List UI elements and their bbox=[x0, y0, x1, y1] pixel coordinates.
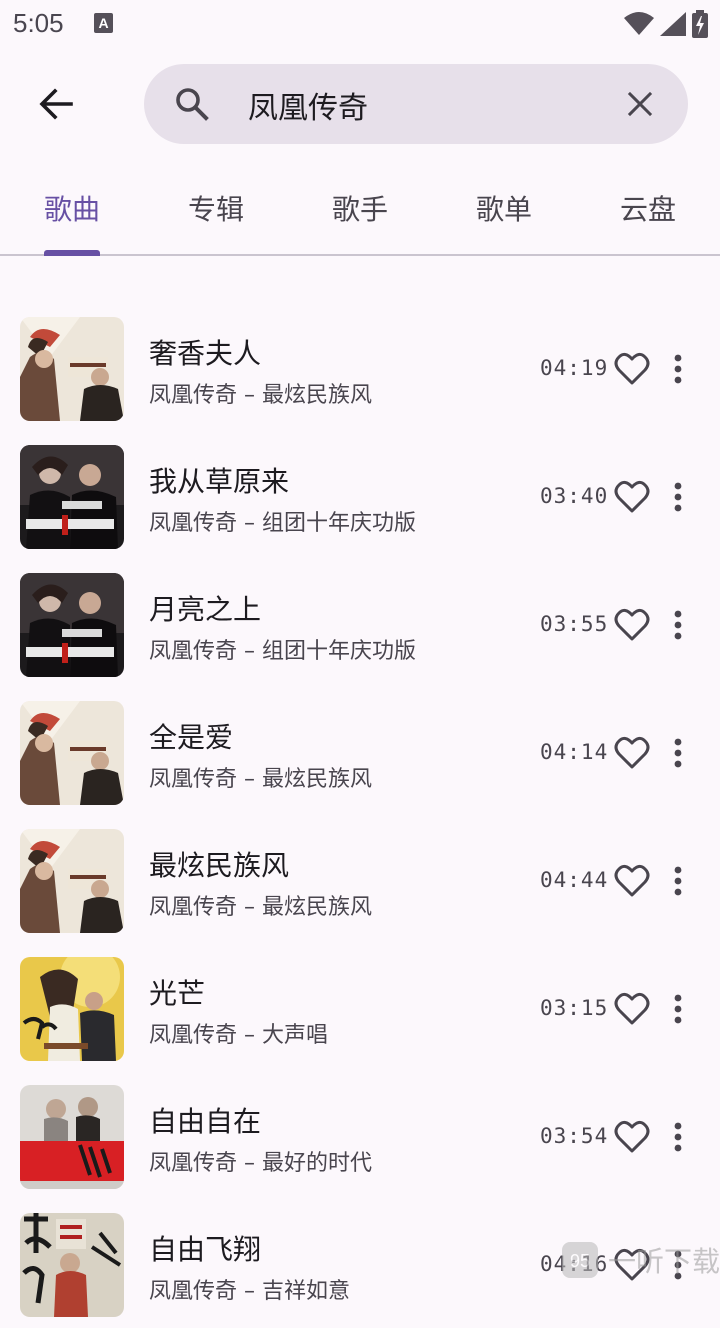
arrow-back-icon bbox=[36, 84, 76, 124]
song-subtitle: 凤凰传奇 – 最炫民族风 bbox=[149, 761, 372, 793]
song-subtitle: 凤凰传奇 – 最好的时代 bbox=[149, 1145, 372, 1177]
song-title: 全是爱 bbox=[149, 716, 233, 756]
heart-icon[interactable] bbox=[614, 736, 650, 770]
song-subtitle: 凤凰传奇 – 最炫民族风 bbox=[149, 889, 372, 921]
battery-charging-icon bbox=[692, 10, 708, 38]
album-cover bbox=[20, 317, 124, 421]
tab-artists[interactable]: 歌手 bbox=[288, 188, 432, 228]
album-cover bbox=[20, 1213, 124, 1317]
song-duration: 04:19 bbox=[540, 356, 608, 380]
album-cover bbox=[20, 701, 124, 805]
song-title: 自由自在 bbox=[149, 1100, 261, 1140]
watermark-text: 一听下载 bbox=[608, 1240, 720, 1280]
song-duration: 03:55 bbox=[540, 612, 608, 636]
tab-albums[interactable]: 专辑 bbox=[144, 188, 288, 228]
album-cover bbox=[20, 445, 124, 549]
watermark-logo-icon: 95 bbox=[560, 1240, 600, 1280]
song-row[interactable]: 奢香夫人 凤凰传奇 – 最炫民族风 04:19 bbox=[0, 304, 720, 432]
song-duration: 03:15 bbox=[540, 996, 608, 1020]
song-row[interactable]: 最炫民族风 凤凰传奇 – 最炫民族风 04:44 bbox=[0, 816, 720, 944]
more-vert-icon[interactable] bbox=[664, 482, 692, 512]
song-subtitle: 凤凰传奇 – 最炫民族风 bbox=[149, 377, 372, 409]
more-vert-icon[interactable] bbox=[664, 866, 692, 896]
more-vert-icon[interactable] bbox=[664, 738, 692, 768]
song-title: 奢香夫人 bbox=[149, 332, 261, 372]
more-vert-icon[interactable] bbox=[664, 994, 692, 1024]
song-duration: 03:40 bbox=[540, 484, 608, 508]
song-row[interactable]: 我从草原来 凤凰传奇 – 组团十年庆功版 03:40 bbox=[0, 432, 720, 560]
song-duration: 03:54 bbox=[540, 1124, 608, 1148]
song-duration: 04:44 bbox=[540, 868, 608, 892]
status-time: 5:05 bbox=[13, 8, 64, 39]
search-icon bbox=[174, 86, 210, 122]
tab-indicator bbox=[44, 250, 100, 256]
song-title: 月亮之上 bbox=[149, 588, 261, 628]
watermark-badge: 95 bbox=[570, 1251, 590, 1271]
search-row: 凤凰传奇 bbox=[0, 64, 720, 144]
heart-icon[interactable] bbox=[614, 864, 650, 898]
watermark: 95 一听下载 bbox=[550, 1240, 720, 1280]
heart-icon[interactable] bbox=[614, 1120, 650, 1154]
cell-signal-icon bbox=[660, 12, 686, 36]
more-vert-icon[interactable] bbox=[664, 354, 692, 384]
song-subtitle: 凤凰传奇 – 大声唱 bbox=[149, 1017, 328, 1049]
song-title: 光芒 bbox=[149, 972, 205, 1012]
song-row[interactable]: 自由自在 凤凰传奇 – 最好的时代 03:54 bbox=[0, 1072, 720, 1200]
song-subtitle: 凤凰传奇 – 吉祥如意 bbox=[149, 1273, 350, 1305]
song-title: 我从草原来 bbox=[149, 460, 289, 500]
tab-songs[interactable]: 歌曲 bbox=[0, 188, 144, 228]
more-vert-icon[interactable] bbox=[664, 610, 692, 640]
more-vert-icon[interactable] bbox=[664, 1122, 692, 1152]
song-subtitle: 凤凰传奇 – 组团十年庆功版 bbox=[149, 633, 416, 665]
song-title: 自由飞翔 bbox=[149, 1228, 261, 1268]
song-row[interactable]: 全是爱 凤凰传奇 – 最炫民族风 04:14 bbox=[0, 688, 720, 816]
tab-playlists[interactable]: 歌单 bbox=[432, 188, 576, 228]
album-cover bbox=[20, 1085, 124, 1189]
status-icons bbox=[624, 10, 708, 38]
song-row[interactable]: 月亮之上 凤凰传奇 – 组团十年庆功版 03:55 bbox=[0, 560, 720, 688]
wifi-icon bbox=[624, 12, 654, 36]
song-title: 最炫民族风 bbox=[149, 844, 289, 884]
album-cover bbox=[20, 957, 124, 1061]
song-subtitle: 凤凰传奇 – 组团十年庆功版 bbox=[149, 505, 416, 537]
clear-icon[interactable] bbox=[624, 88, 656, 120]
heart-icon[interactable] bbox=[614, 608, 650, 642]
back-button[interactable] bbox=[24, 80, 88, 128]
status-bar: 5:05 A bbox=[0, 0, 720, 50]
heart-icon[interactable] bbox=[614, 480, 650, 514]
tab-cloud[interactable]: 云盘 bbox=[576, 188, 720, 228]
heart-icon[interactable] bbox=[614, 352, 650, 386]
notification-a-icon: A bbox=[94, 13, 113, 33]
search-bar[interactable]: 凤凰传奇 bbox=[144, 64, 688, 144]
tab-bar: 歌曲 专辑 歌手 歌单 云盘 bbox=[0, 160, 720, 256]
song-duration: 04:14 bbox=[540, 740, 608, 764]
album-cover bbox=[20, 573, 124, 677]
heart-icon[interactable] bbox=[614, 992, 650, 1026]
album-cover bbox=[20, 829, 124, 933]
song-row[interactable]: 光芒 凤凰传奇 – 大声唱 03:15 bbox=[0, 944, 720, 1072]
search-input[interactable]: 凤凰传奇 bbox=[248, 83, 368, 127]
